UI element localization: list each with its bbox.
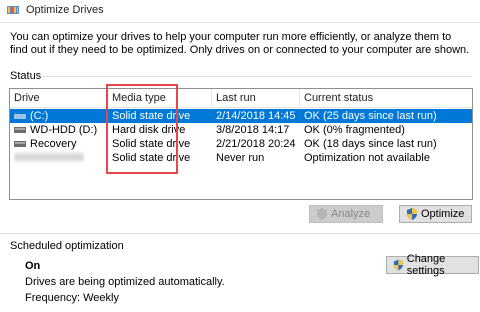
last-run-cell: 2/21/2018 20:24 bbox=[216, 138, 296, 150]
column-header-current-status[interactable]: Current status bbox=[300, 89, 472, 107]
table-row[interactable]: Recovery Solid state drive 2/21/2018 20:… bbox=[10, 137, 472, 151]
status-divider bbox=[42, 76, 472, 77]
change-settings-button[interactable]: Change settings bbox=[386, 253, 479, 277]
table-row[interactable]: Solid state drive Never run Optimization… bbox=[10, 151, 472, 165]
last-run-cell: 2/14/2018 14:45 bbox=[216, 110, 296, 122]
shield-icon bbox=[317, 208, 327, 220]
hard-drive-icon bbox=[14, 126, 26, 133]
scheduled-divider bbox=[0, 233, 480, 234]
optimize-label: Optimize bbox=[421, 208, 465, 220]
drive-name: WD-HDD (D:) bbox=[30, 124, 98, 136]
table-row[interactable]: WD-HDD (D:) Hard disk drive 3/8/2018 14:… bbox=[10, 123, 472, 137]
defrag-icon bbox=[7, 6, 19, 14]
drives-list[interactable]: Drive Media type Last run Current status… bbox=[9, 88, 473, 200]
optimize-button[interactable]: Optimize bbox=[399, 205, 472, 223]
status-section-label: Status bbox=[10, 70, 42, 82]
windows-drive-icon bbox=[14, 111, 26, 119]
schedule-frequency: Frequency: Weekly bbox=[25, 292, 119, 304]
title-bar: Optimize Drives bbox=[0, 0, 480, 23]
drive-name: (C:) bbox=[30, 110, 49, 122]
intro-text: You can optimize your drives to help you… bbox=[10, 31, 470, 56]
shield-icon bbox=[407, 208, 417, 220]
analyze-button[interactable]: Analyze bbox=[309, 205, 383, 223]
media-type-cell: Hard disk drive bbox=[112, 124, 186, 136]
scheduled-section-label: Scheduled optimization bbox=[10, 240, 124, 252]
hard-drive-icon bbox=[14, 140, 26, 147]
column-header-drive[interactable]: Drive bbox=[10, 89, 108, 107]
blurred-drive-name bbox=[14, 153, 84, 162]
table-row[interactable]: (C:) Solid state drive 2/14/2018 14:45 O… bbox=[10, 109, 472, 123]
schedule-description: Drives are being optimized automatically… bbox=[25, 276, 225, 288]
schedule-state: On bbox=[25, 260, 41, 272]
last-run-cell: Never run bbox=[216, 152, 265, 164]
current-status-cell: OK (25 days since last run) bbox=[304, 110, 437, 122]
window-title: Optimize Drives bbox=[26, 4, 104, 16]
current-status-cell: OK (0% fragmented) bbox=[304, 124, 405, 136]
media-type-cell: Solid state drive bbox=[112, 138, 191, 150]
current-status-cell: Optimization not available bbox=[304, 152, 430, 164]
current-status-cell: OK (18 days since last run) bbox=[304, 138, 437, 150]
media-type-cell: Solid state drive bbox=[112, 152, 191, 164]
drive-name: Recovery bbox=[30, 138, 77, 150]
change-settings-label: Change settings bbox=[406, 253, 446, 277]
media-type-cell: Solid state drive bbox=[112, 110, 191, 122]
column-header-last-run[interactable]: Last run bbox=[212, 89, 300, 107]
column-header-media-type[interactable]: Media type bbox=[108, 89, 212, 107]
analyze-label: Analyze bbox=[331, 208, 371, 220]
list-header: Drive Media type Last run Current status bbox=[10, 89, 472, 108]
last-run-cell: 3/8/2018 14:17 bbox=[216, 124, 290, 136]
shield-icon bbox=[393, 259, 403, 271]
